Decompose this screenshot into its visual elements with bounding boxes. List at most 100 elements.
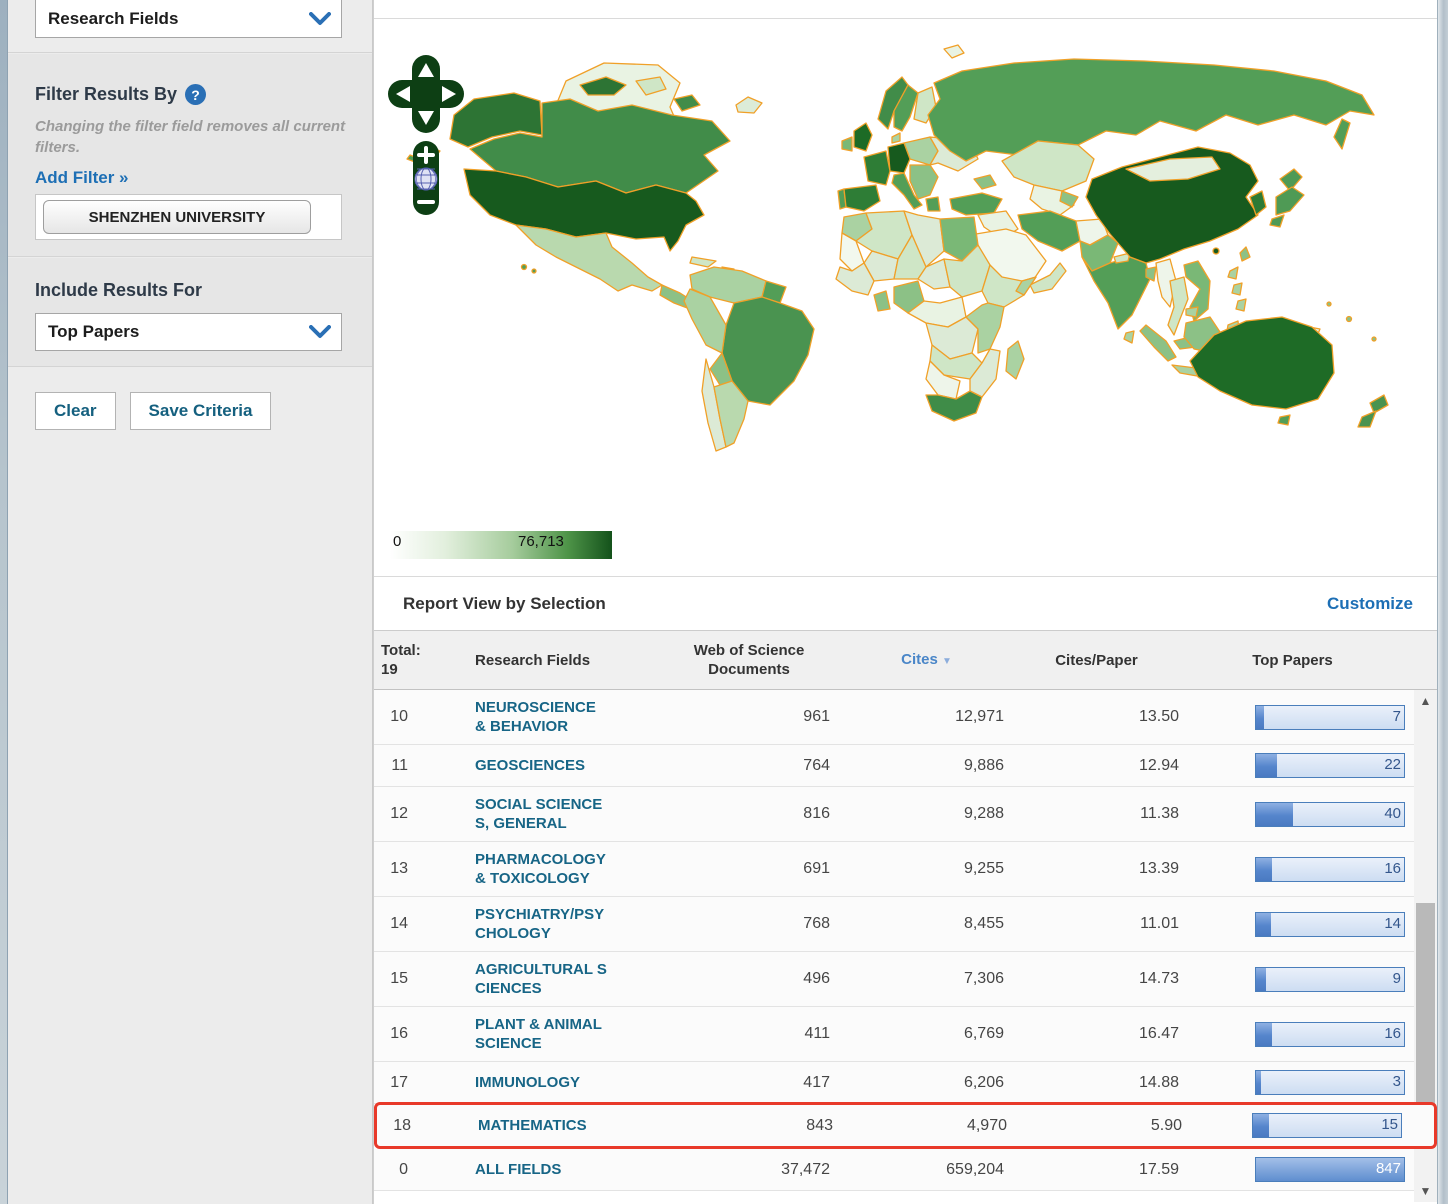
clear-button[interactable]: Clear (35, 392, 116, 430)
table-row: 16PLANT & ANIMAL SCIENCE4116,76916.4716 (374, 1007, 1437, 1062)
legend-max-value: 76,713 (518, 533, 564, 550)
research-field-link[interactable]: GEOSCIENCES (475, 756, 609, 775)
chevron-down-icon (309, 325, 331, 339)
table-body: 10NEUROSCIENCE & BEHAVIOR96112,97113.507… (374, 690, 1437, 1202)
table-row: 14PSYCHIATRY/PSYCHOLOGY7688,45511.0114 (374, 897, 1437, 952)
chevron-down-icon (309, 12, 331, 26)
actions-section: Clear Save Criteria (8, 368, 372, 1204)
report-header: Report View by Selection Customize (374, 577, 1437, 630)
customize-link[interactable]: Customize (1327, 594, 1413, 614)
top-papers-bar: 7 (1255, 705, 1405, 730)
field-cell: PHARMACOLOGY & TOXICOLOGY (454, 842, 654, 896)
rank-cell: 11 (374, 749, 454, 783)
column-header-research-fields[interactable]: Research Fields (454, 651, 654, 670)
top-papers-bar: 22 (1255, 753, 1405, 778)
save-criteria-button[interactable]: Save Criteria (130, 392, 272, 430)
field-cell: ALL FIELDS (454, 1152, 654, 1187)
sort-descending-icon: ▼ (942, 656, 952, 667)
report-title: Report View by Selection (403, 594, 606, 614)
field-cell: SOCIAL SCIENCES, GENERAL (454, 787, 654, 841)
top-papers-cell: 3 (1184, 1062, 1437, 1103)
top-papers-cell: 9 (1184, 959, 1437, 1000)
cites-per-paper-cell: 11.01 (1009, 907, 1184, 941)
cites-cell: 4,970 (847, 1109, 1012, 1143)
top-papers-bar: 3 (1255, 1070, 1405, 1095)
cites-cell: 9,886 (844, 749, 1009, 783)
cites-cell: 8,455 (844, 907, 1009, 941)
cites-cell: 9,288 (844, 797, 1009, 831)
top-papers-value: 14 (1384, 915, 1401, 932)
main-panel: 0 76,713 Report View by Selection Custom… (373, 0, 1437, 1204)
top-papers-dropdown[interactable]: Top Papers (35, 313, 342, 351)
research-field-link[interactable]: MATHEMATICS (478, 1116, 612, 1135)
top-papers-value: 9 (1393, 970, 1401, 987)
top-papers-value: 40 (1384, 805, 1401, 822)
shenzhen-university-filter-chip[interactable]: SHENZHEN UNIVERSITY (43, 200, 311, 234)
top-papers-cell: 22 (1184, 745, 1437, 786)
research-field-link[interactable]: SOCIAL SCIENCES, GENERAL (475, 795, 609, 833)
table-row: 15AGRICULTURAL SCIENCES4967,30614.739 (374, 952, 1437, 1007)
research-field-link[interactable]: PLANT & ANIMAL SCIENCE (475, 1015, 609, 1053)
cites-per-paper-cell: 5.90 (1012, 1109, 1187, 1143)
top-papers-bar: 847 (1255, 1157, 1405, 1182)
research-field-link[interactable]: AGRICULTURAL SCIENCES (475, 960, 609, 998)
top-papers-value: 16 (1384, 1025, 1401, 1042)
top-papers-cell: 14 (1184, 904, 1437, 945)
research-field-link[interactable]: ALL FIELDS (475, 1160, 609, 1179)
wos-documents-cell: 843 (657, 1109, 847, 1143)
column-header-top-papers[interactable]: Top Papers (1184, 651, 1437, 670)
field-cell: GEOSCIENCES (454, 748, 654, 783)
wos-documents-cell: 816 (654, 797, 844, 831)
include-results-heading: Include Results For (35, 280, 202, 301)
top-papers-bar: 9 (1255, 967, 1405, 992)
help-icon[interactable]: ? (185, 84, 206, 105)
top-papers-value: 7 (1393, 708, 1401, 725)
field-cell: AGRICULTURAL SCIENCES (454, 952, 654, 1006)
add-filter-link[interactable]: Add Filter » (35, 168, 129, 188)
column-header-cites-per-paper[interactable]: Cites/Paper (1009, 651, 1184, 670)
top-papers-value: 3 (1393, 1073, 1401, 1090)
field-cell: NEUROSCIENCE & BEHAVIOR (454, 690, 654, 744)
filter-note: Changing the filter field removes all cu… (35, 116, 347, 158)
top-papers-cell: 7 (1184, 697, 1437, 738)
rank-cell: 15 (374, 962, 454, 996)
research-fields-dropdown[interactable]: Research Fields (35, 0, 342, 38)
field-cell: PLANT & ANIMAL SCIENCE (454, 1007, 654, 1061)
rank-cell: 18 (377, 1109, 457, 1143)
table-rows: 10NEUROSCIENCE & BEHAVIOR96112,97113.507… (374, 690, 1437, 1191)
research-field-link[interactable]: PSYCHIATRY/PSYCHOLOGY (475, 905, 609, 943)
filter-box: SHENZHEN UNIVERSITY (35, 194, 342, 240)
top-papers-bar: 16 (1255, 857, 1405, 882)
wos-documents-cell: 37,472 (654, 1153, 844, 1187)
cites-cell: 6,206 (844, 1066, 1009, 1100)
column-header-cites[interactable]: Cites ▼ (844, 650, 1009, 671)
wos-documents-cell: 496 (654, 962, 844, 996)
table-row: 11GEOSCIENCES7649,88612.9422 (374, 745, 1437, 787)
column-header-wos-documents[interactable]: Web of Science Documents (654, 641, 844, 679)
rank-cell: 10 (374, 700, 454, 734)
table-row: 17IMMUNOLOGY4176,20614.883 (374, 1062, 1437, 1104)
research-field-link[interactable]: IMMUNOLOGY (475, 1073, 609, 1092)
scroll-up-icon[interactable]: ▲ (1414, 692, 1437, 710)
cites-per-paper-cell: 16.47 (1009, 1017, 1184, 1051)
main-top-band (374, 0, 1437, 19)
scroll-down-icon[interactable]: ▼ (1414, 1182, 1437, 1200)
top-papers-cell: 16 (1184, 1014, 1437, 1055)
top-papers-cell: 847 (1184, 1149, 1437, 1190)
map-zoom-control[interactable] (413, 141, 439, 215)
field-cell: IMMUNOLOGY (454, 1065, 654, 1100)
table-row: 12SOCIAL SCIENCES, GENERAL8169,28811.384… (374, 787, 1437, 842)
top-papers-dropdown-value: Top Papers (48, 322, 139, 342)
left-edge-strip (0, 0, 8, 1204)
top-papers-bar: 40 (1255, 802, 1405, 827)
total-header: Total: 19 (374, 641, 454, 679)
table-row: 10NEUROSCIENCE & BEHAVIOR96112,97113.507 (374, 690, 1437, 745)
globe-icon (415, 168, 437, 190)
research-field-link[interactable]: NEUROSCIENCE & BEHAVIOR (475, 698, 609, 736)
wos-documents-cell: 691 (654, 852, 844, 886)
rank-cell: 16 (374, 1017, 454, 1051)
rank-cell: 12 (374, 797, 454, 831)
top-papers-value: 16 (1384, 860, 1401, 877)
rank-cell: 17 (374, 1066, 454, 1100)
research-field-link[interactable]: PHARMACOLOGY & TOXICOLOGY (475, 850, 609, 888)
